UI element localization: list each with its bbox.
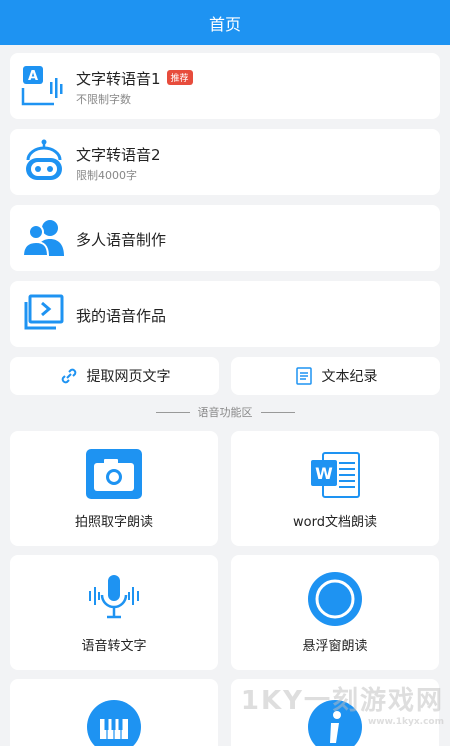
divider-line: [155, 411, 190, 413]
tile-photo-read[interactable]: 拍照取字朗读: [10, 431, 218, 546]
text-to-speech-icon: A: [21, 66, 63, 106]
camera-icon: [86, 449, 142, 499]
recommend-badge: 推荐: [166, 70, 193, 85]
watermark-text: 1KY一刻游戏网: [240, 686, 444, 716]
page-title: 首页: [208, 14, 241, 34]
pill-label: 提取网页文字: [86, 369, 171, 385]
card-my-works[interactable]: 我的语音作品: [10, 281, 440, 347]
pill-label: 文本纪录: [321, 369, 378, 385]
card-title: 文字转语音1: [76, 70, 161, 88]
section-divider: 语音功能区: [0, 404, 450, 420]
divider-line: [260, 411, 295, 413]
card-title: 文字转语音2: [76, 146, 161, 164]
document-icon: [295, 367, 312, 385]
tile-label: word文档朗读: [293, 515, 377, 530]
tile-floating-window-read[interactable]: 悬浮窗朗读: [231, 555, 439, 670]
svg-text:W: W: [315, 464, 333, 483]
users-icon: [21, 220, 64, 257]
card-title: 我的语音作品: [76, 307, 167, 325]
tile-label: 拍照取字朗读: [74, 515, 153, 530]
top-bar: 首页: [0, 0, 450, 45]
robot-icon: [26, 139, 62, 180]
extract-webpage-text-button[interactable]: 提取网页文字: [10, 357, 219, 395]
tile-speech-to-text[interactable]: 语音转文字: [10, 555, 218, 670]
card-subtitle: 不限制字数: [76, 93, 131, 106]
text-records-button[interactable]: 文本纪录: [231, 357, 440, 395]
card-multi-voice[interactable]: 多人语音制作: [10, 205, 440, 271]
watermark-url: www.1kyx.com: [367, 717, 444, 727]
svg-text:A: A: [28, 69, 38, 84]
card-text-to-speech-1[interactable]: A 文字转语音1 推荐 不限制字数: [10, 53, 440, 119]
circle-icon: [308, 572, 362, 626]
folder-play-icon: [24, 294, 64, 330]
tile-piano[interactable]: [10, 679, 218, 746]
section-title: 语音功能区: [197, 406, 253, 419]
tile-label: 语音转文字: [81, 639, 147, 654]
watermark: 1KY一刻游戏网 www.1kyx.com: [241, 680, 444, 727]
piano-icon: [87, 700, 141, 746]
card-text-to-speech-2[interactable]: 文字转语音2 限制4000字: [10, 129, 440, 195]
link-icon: [61, 368, 76, 384]
tile-label: 悬浮窗朗读: [302, 639, 368, 654]
tile-word-read[interactable]: W word文档朗读: [231, 431, 439, 546]
microphone-icon: [89, 575, 139, 619]
card-title: 多人语音制作: [76, 231, 167, 249]
card-subtitle: 限制4000字: [76, 169, 137, 182]
word-icon: W: [311, 452, 360, 498]
